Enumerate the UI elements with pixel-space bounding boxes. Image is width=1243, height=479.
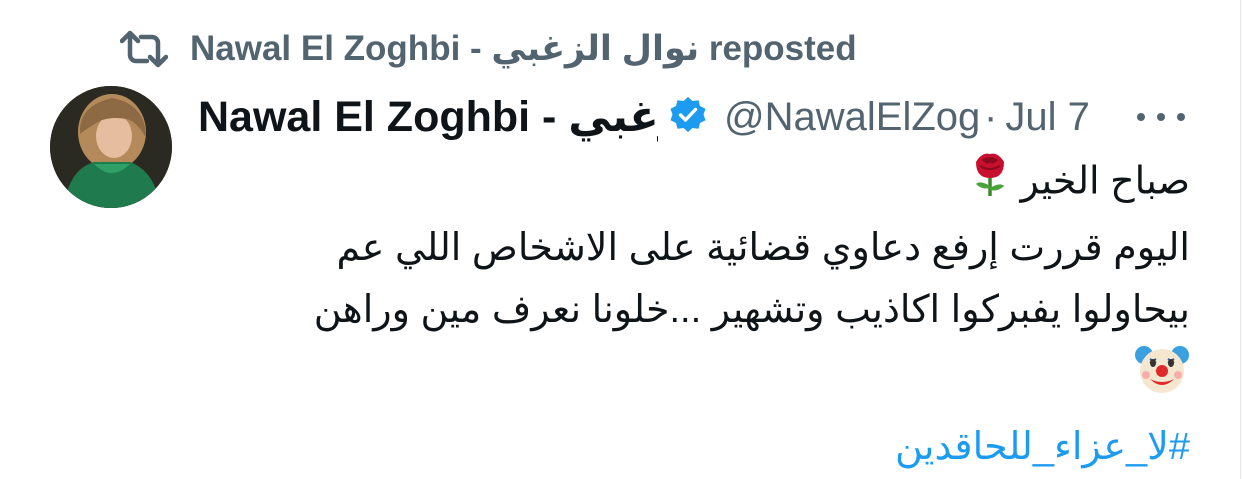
rose-emoji (970, 150, 1010, 217)
author-row: Nawal El Zoghbi - نوال الزغبي @NawalElZo… (198, 88, 1198, 146)
author-handle[interactable]: @NawalElZoghbi (724, 95, 982, 140)
tweet-line-1: صباح الخير (230, 150, 1190, 217)
tweet-line-4 (230, 341, 1190, 416)
tweet-text: صباح الخير اليوم قررت إرفع دعاوي قضائية … (230, 150, 1190, 478)
avatar[interactable] (50, 86, 172, 208)
tweet-line-1-text: صباح الخير (1020, 160, 1191, 203)
repost-header[interactable]: Nawal El Zoghbi - نوال الزغبي reposted (120, 24, 857, 74)
more-options-icon[interactable] (1137, 110, 1185, 124)
verified-badge-icon[interactable] (668, 95, 708, 140)
repost-text: Nawal El Zoghbi - نوال الزغبي reposted (190, 29, 857, 68)
tweet-line-2: اليوم قررت إرفع دعاوي قضائية على الاشخاص… (336, 227, 1190, 269)
clown-face-emoji (1134, 341, 1190, 416)
post-date[interactable]: Jul 7 (1005, 95, 1090, 140)
tweet-line-3: بيحاولوا يفبركوا اكاذيب وتشهير ...خلونا … (313, 289, 1190, 331)
author-name[interactable]: Nawal El Zoghbi - نوال الزغبي (198, 92, 658, 142)
hashtag-link[interactable]: #لا_عزاء_للحاقدين (230, 416, 1190, 478)
card-border (1240, 0, 1241, 479)
repost-icon (120, 29, 168, 69)
meta-separator: · (984, 94, 998, 139)
